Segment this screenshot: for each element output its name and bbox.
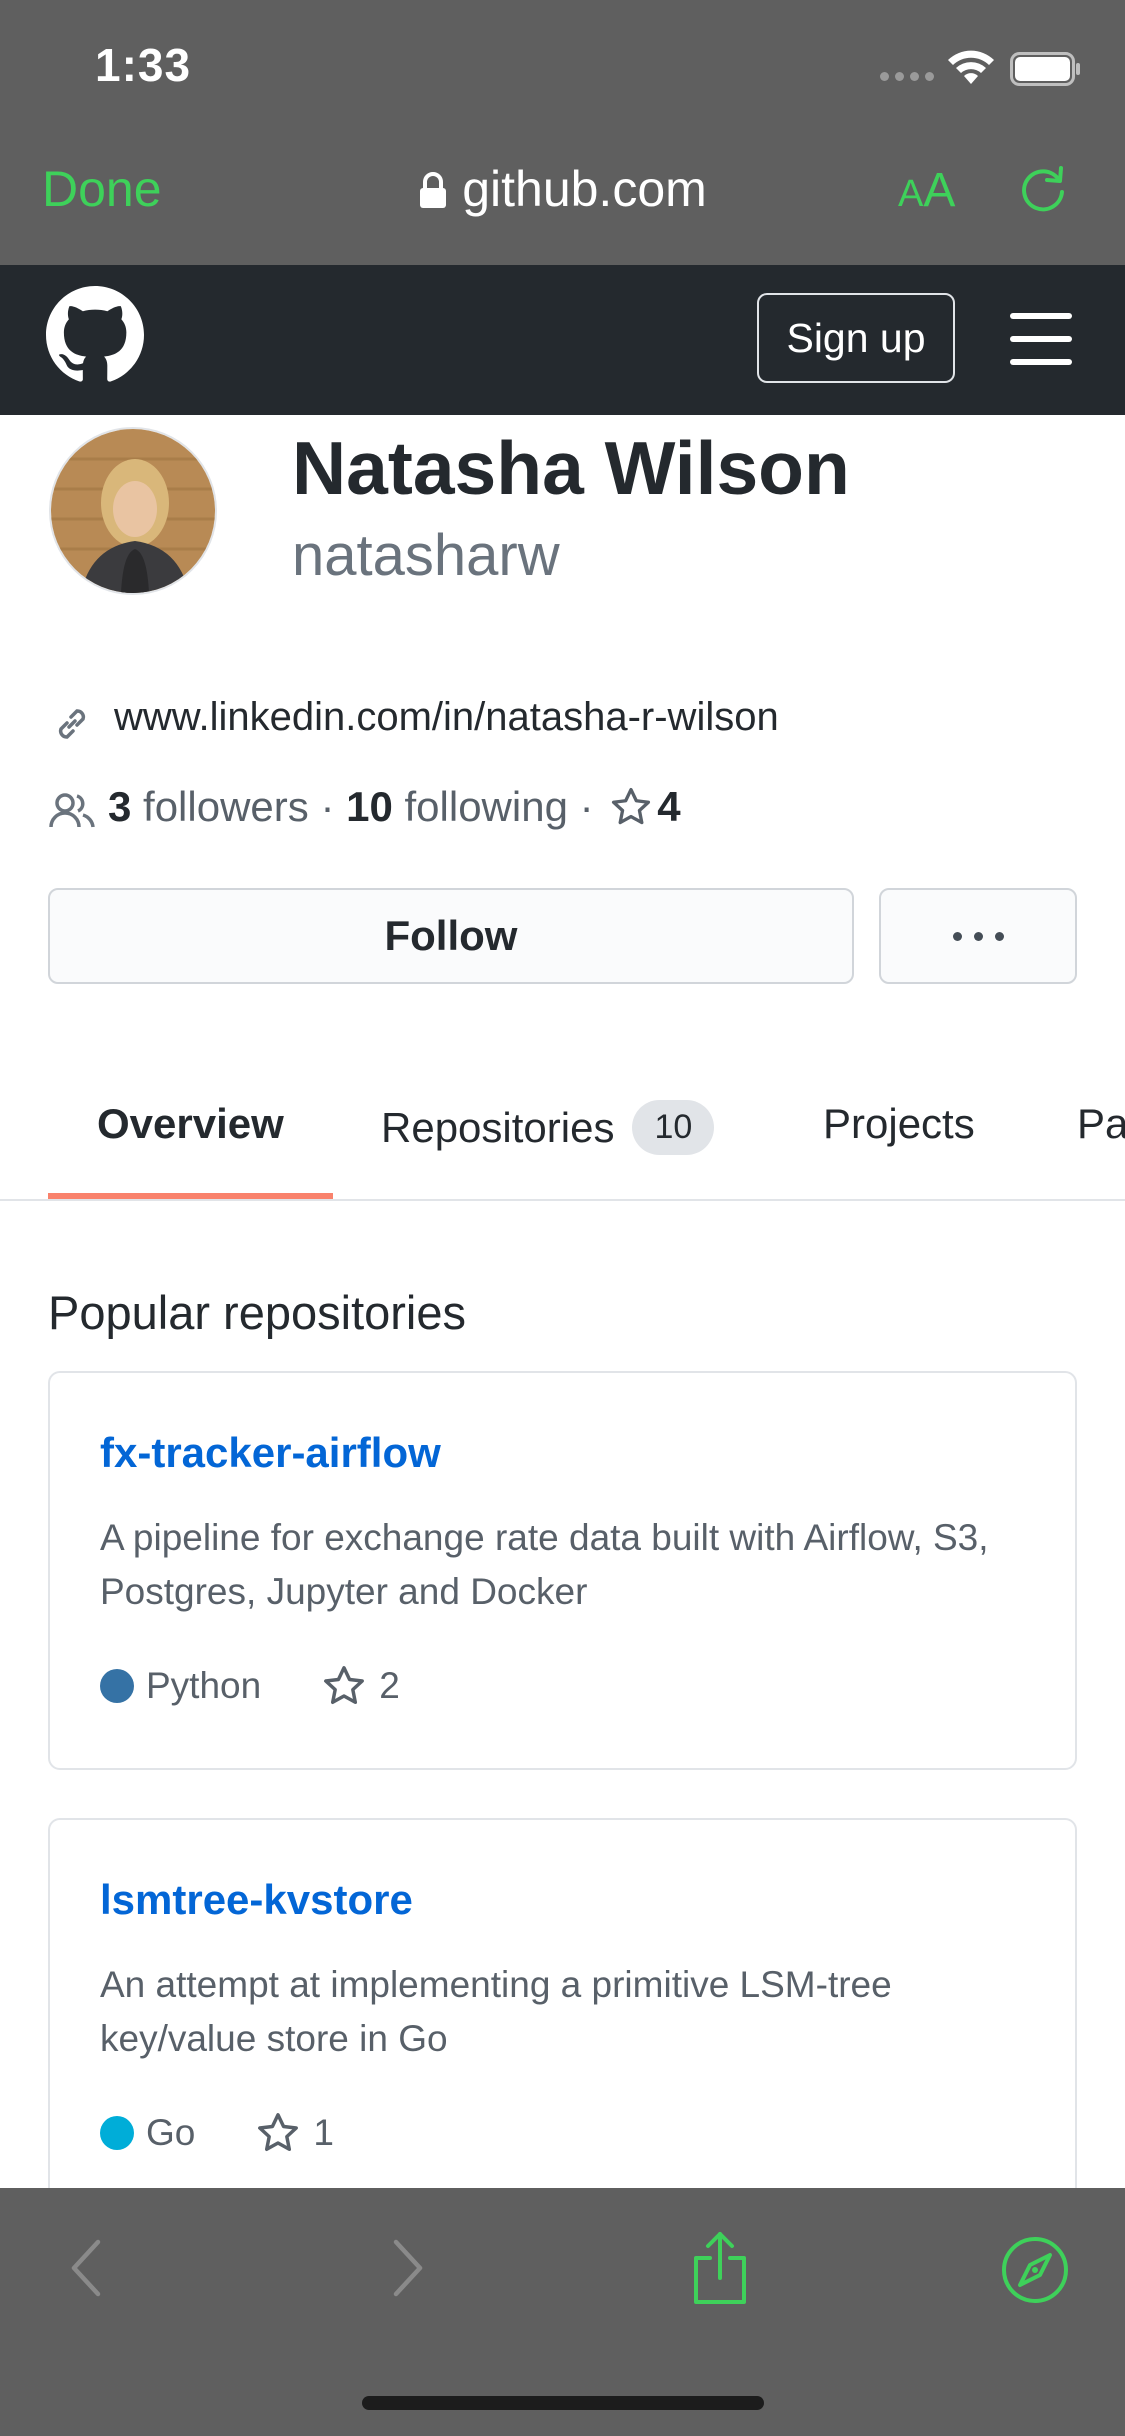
home-indicator <box>362 2396 764 2410</box>
github-header <box>0 265 1125 415</box>
repositories-count-badge: 10 <box>632 1100 715 1155</box>
followers-count[interactable]: 3 <box>108 783 131 830</box>
repo-meta: Python 2 <box>100 1663 400 1709</box>
website-link[interactable]: www.linkedin.com/in/natasha-r-wilson <box>114 695 779 740</box>
text-size-small-label: A <box>898 173 924 215</box>
repo-stars[interactable]: 1 <box>313 2112 334 2154</box>
repo-name-link[interactable]: lsmtree-kvstore <box>100 1876 413 1924</box>
reload-icon[interactable] <box>1015 160 1071 216</box>
repo-description: A pipeline for exchange rate data built … <box>100 1517 989 1612</box>
tab-packages[interactable]: Pa <box>1077 1100 1125 1148</box>
more-options-button[interactable] <box>879 888 1077 984</box>
repo-name-link[interactable]: fx-tracker-airflow <box>100 1429 441 1477</box>
language-color-dot <box>100 2116 134 2150</box>
text-size-button[interactable]: AA <box>898 163 955 218</box>
follow-stats: 3 followers · 10 following · 4 <box>108 783 681 831</box>
stars-count[interactable]: 4 <box>657 783 680 830</box>
cellular-signal-icon <box>880 72 936 84</box>
compass-icon[interactable] <box>1000 2235 1070 2305</box>
tab-repositories[interactable]: Repositories 10 <box>381 1100 715 1155</box>
following-label[interactable]: following <box>405 783 568 830</box>
repo-stars[interactable]: 2 <box>379 1665 400 1707</box>
text-size-big-label: A <box>923 164 956 217</box>
url-field[interactable]: github.com <box>0 160 1125 218</box>
wifi-icon <box>948 50 994 84</box>
hamburger-menu-icon[interactable] <box>1010 313 1072 365</box>
avatar[interactable] <box>49 427 217 595</box>
repo-language: Go <box>146 2112 196 2153</box>
tab-repositories-label: Repositories <box>381 1104 615 1151</box>
signup-button[interactable]: Sign up <box>757 293 955 383</box>
star-icon[interactable] <box>321 1663 367 1709</box>
stats-separator: · <box>579 783 594 830</box>
people-icon <box>49 793 95 828</box>
following-count[interactable]: 10 <box>346 783 393 830</box>
star-icon[interactable] <box>255 2110 301 2156</box>
url-text: github.com <box>462 161 707 217</box>
profile-username: natasharw <box>292 523 560 588</box>
status-time: 1:33 <box>95 39 192 91</box>
lock-icon <box>420 172 447 208</box>
star-icon <box>612 787 651 825</box>
github-logo-icon[interactable] <box>46 286 144 384</box>
stats-separator: · <box>320 783 335 830</box>
repo-description: An attempt at implementing a primitive L… <box>100 1964 892 2059</box>
battery-icon <box>1010 52 1080 86</box>
link-icon <box>58 709 86 739</box>
profile-name: Natasha Wilson <box>292 426 850 510</box>
repo-meta: Go 1 <box>100 2110 334 2156</box>
follow-button[interactable]: Follow <box>48 888 854 984</box>
repo-language: Python <box>146 1665 262 1706</box>
tab-projects[interactable]: Projects <box>823 1100 975 1148</box>
language-color-dot <box>100 1669 134 1703</box>
followers-label[interactable]: followers <box>143 783 309 830</box>
tabs-divider <box>0 1199 1125 1201</box>
repo-card: fx-tracker-airflow A pipeline for exchan… <box>48 1371 1077 1770</box>
repo-card: lsmtree-kvstore An attempt at implementi… <box>48 1818 1077 2238</box>
tab-overview[interactable]: Overview <box>97 1100 284 1148</box>
forward-icon[interactable] <box>388 2236 428 2300</box>
popular-repositories-heading: Popular repositories <box>48 1286 466 1339</box>
share-icon[interactable] <box>690 2228 750 2308</box>
back-icon[interactable] <box>66 2236 106 2300</box>
